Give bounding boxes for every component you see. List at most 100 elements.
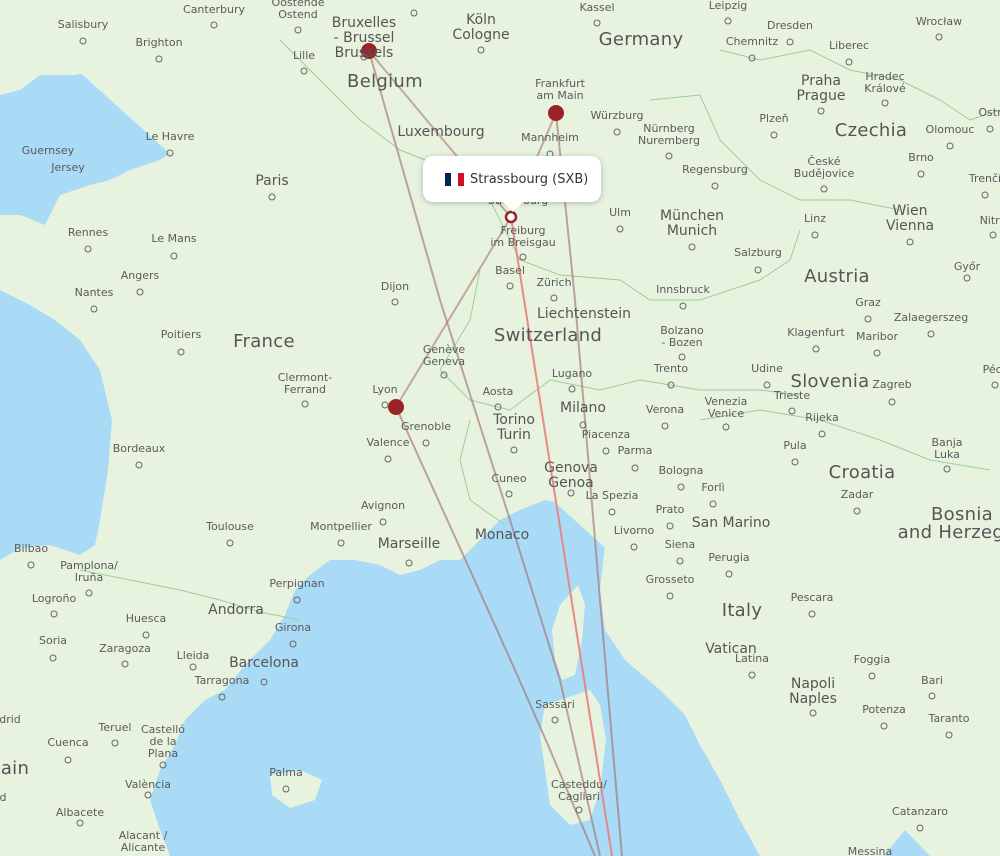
city-label-udine: Udine — [751, 362, 783, 375]
city-label-nitra: Nitra — [979, 214, 1000, 227]
city-label-grosseto: Grosseto — [645, 573, 695, 586]
city-dot-pamplona — [85, 589, 93, 597]
city-label-latina: Latina — [735, 652, 769, 665]
city-label-venezia: Venezia Venice — [704, 395, 748, 420]
city-dot-wurzburg — [613, 128, 621, 136]
city-label-genova: Genova Genoa — [544, 460, 598, 491]
city-dot-aosta — [494, 403, 502, 411]
city-dot-bolzano — [678, 353, 686, 361]
city-label-brighton: Brighton — [135, 36, 183, 49]
city-dot-lille — [300, 67, 308, 75]
city-label-klagenfurt: Klagenfurt — [787, 326, 845, 339]
city-dot-koln — [477, 46, 485, 54]
city-dot-casteddu — [575, 806, 583, 814]
city-dot-leipzig — [724, 17, 732, 25]
city-dot-pescara — [808, 610, 816, 618]
airport-marker-lyon[interactable] — [388, 399, 404, 415]
city-dot-dresden — [786, 38, 794, 46]
city-dot-zurich — [550, 294, 558, 302]
city-label-gyor: Győr — [953, 260, 981, 273]
airport-marker-strasbourg[interactable] — [504, 210, 518, 224]
city-dot-praha — [817, 107, 825, 115]
city-label-drid: drid — [0, 713, 21, 726]
city-label-le-mans: Le Mans — [151, 232, 197, 245]
city-label-koln: Köln Cologne — [452, 12, 510, 43]
city-dot-soria — [49, 654, 57, 662]
city-dot-forli — [709, 500, 717, 508]
city-dot-piacenza — [602, 447, 610, 455]
city-dot-chemnitz — [748, 54, 756, 62]
city-label-graz: Graz — [855, 296, 881, 309]
city-label-zaragoza: Zaragoza — [99, 642, 151, 655]
city-dot-avignon — [379, 518, 387, 526]
country-label-italy: Italy — [721, 600, 763, 621]
city-label-toulouse: Toulouse — [206, 520, 254, 533]
city-dot-castello — [159, 761, 167, 769]
country-label-ain: ain — [0, 758, 30, 779]
city-label-angers: Angers — [120, 269, 160, 282]
city-dot-montpellier — [337, 539, 345, 547]
city-dot-zalaegerszeg — [927, 330, 935, 338]
route-map[interactable]: Germany Belgium Luxembourg Czechia France Swi… — [0, 0, 1000, 856]
city-dot-grenoble — [422, 439, 430, 447]
city-dot-bordeaux — [135, 461, 143, 469]
city-dot-canterbury — [210, 21, 218, 29]
country-label-czechia: Czechia — [834, 120, 908, 141]
city-label-tarragona: Tarragona — [194, 674, 250, 687]
city-label-wien: Wien Vienna — [885, 203, 935, 234]
city-dot-eindhoven — [410, 9, 418, 17]
city-label-wroc-aw: Wrocław — [915, 15, 963, 28]
city-label-cuneo: Cuneo — [491, 472, 527, 485]
city-dot-gyor — [963, 274, 971, 282]
city-label-freiburg: Freiburg im Breisgau — [490, 224, 556, 249]
city-label-poitiers: Poitiers — [160, 328, 202, 341]
city-label-torino: Torino Turin — [493, 412, 535, 443]
country-label-switzerland: Switzerland — [493, 325, 603, 346]
city-dot-napoli — [809, 709, 817, 717]
city-dot-kassel — [593, 19, 601, 27]
city-label-clermont: Clermont- Ferrand — [277, 371, 333, 396]
city-dot-maribor — [873, 349, 881, 357]
city-dot-latina — [748, 671, 756, 679]
city-dot-regensburg — [711, 182, 719, 190]
city-dot-huesca — [142, 631, 150, 639]
city-dot-pula — [791, 458, 799, 466]
city-label-lille: Lille — [292, 49, 316, 62]
city-label-ostr: Ostr — [978, 106, 1000, 119]
city-dot-tarragona — [218, 693, 226, 701]
country-label-liechtenstein: Liechtenstein — [536, 306, 632, 322]
city-dot-bruxelles — [360, 53, 368, 61]
city-dot-valence — [384, 455, 392, 463]
city-label-brno: Brno — [908, 151, 934, 164]
country-label-germany: Germany — [598, 29, 684, 50]
city-label-palma: Palma — [269, 766, 303, 779]
city-dot-salzburg — [754, 266, 762, 274]
city-dot-ostr — [986, 125, 994, 133]
city-label-ceske: České Budějovice — [793, 155, 855, 180]
airport-marker-frankfurt[interactable] — [548, 105, 564, 121]
city-label-canterbury: Canterbury — [183, 3, 245, 16]
city-dot-perugia — [725, 570, 733, 578]
city-label-sassari: Sassari — [535, 698, 575, 711]
city-dot-lugano — [568, 385, 576, 393]
city-label-plzen: Plzeň — [759, 112, 789, 125]
city-label-soria: Soria — [38, 634, 68, 647]
city-dot-dijon — [391, 298, 399, 306]
city-dot-nitra — [989, 231, 997, 239]
city-label-liberec: Liberec — [828, 39, 870, 52]
city-dot-pecs — [991, 381, 999, 389]
country-label-andorra: Andorra — [208, 602, 264, 618]
city-label-siena: Siena — [664, 538, 696, 551]
land-corsica — [552, 585, 585, 680]
city-label-marseille: Marseille — [377, 536, 441, 552]
city-dot-grosseto — [666, 592, 674, 600]
city-label-taranto: Taranto — [928, 712, 970, 725]
city-label-dresden: Dresden — [767, 19, 813, 32]
city-dot-trieste — [788, 407, 796, 415]
city-dot-venezia — [722, 423, 730, 431]
city-label-zagreb: Zagreb — [872, 378, 912, 391]
country-label-belgium: Belgium — [347, 71, 423, 92]
city-label-oostende: Oostende Ostend — [271, 0, 325, 21]
city-dot-torino — [510, 446, 518, 454]
city-dot-nurnberg — [665, 152, 673, 160]
